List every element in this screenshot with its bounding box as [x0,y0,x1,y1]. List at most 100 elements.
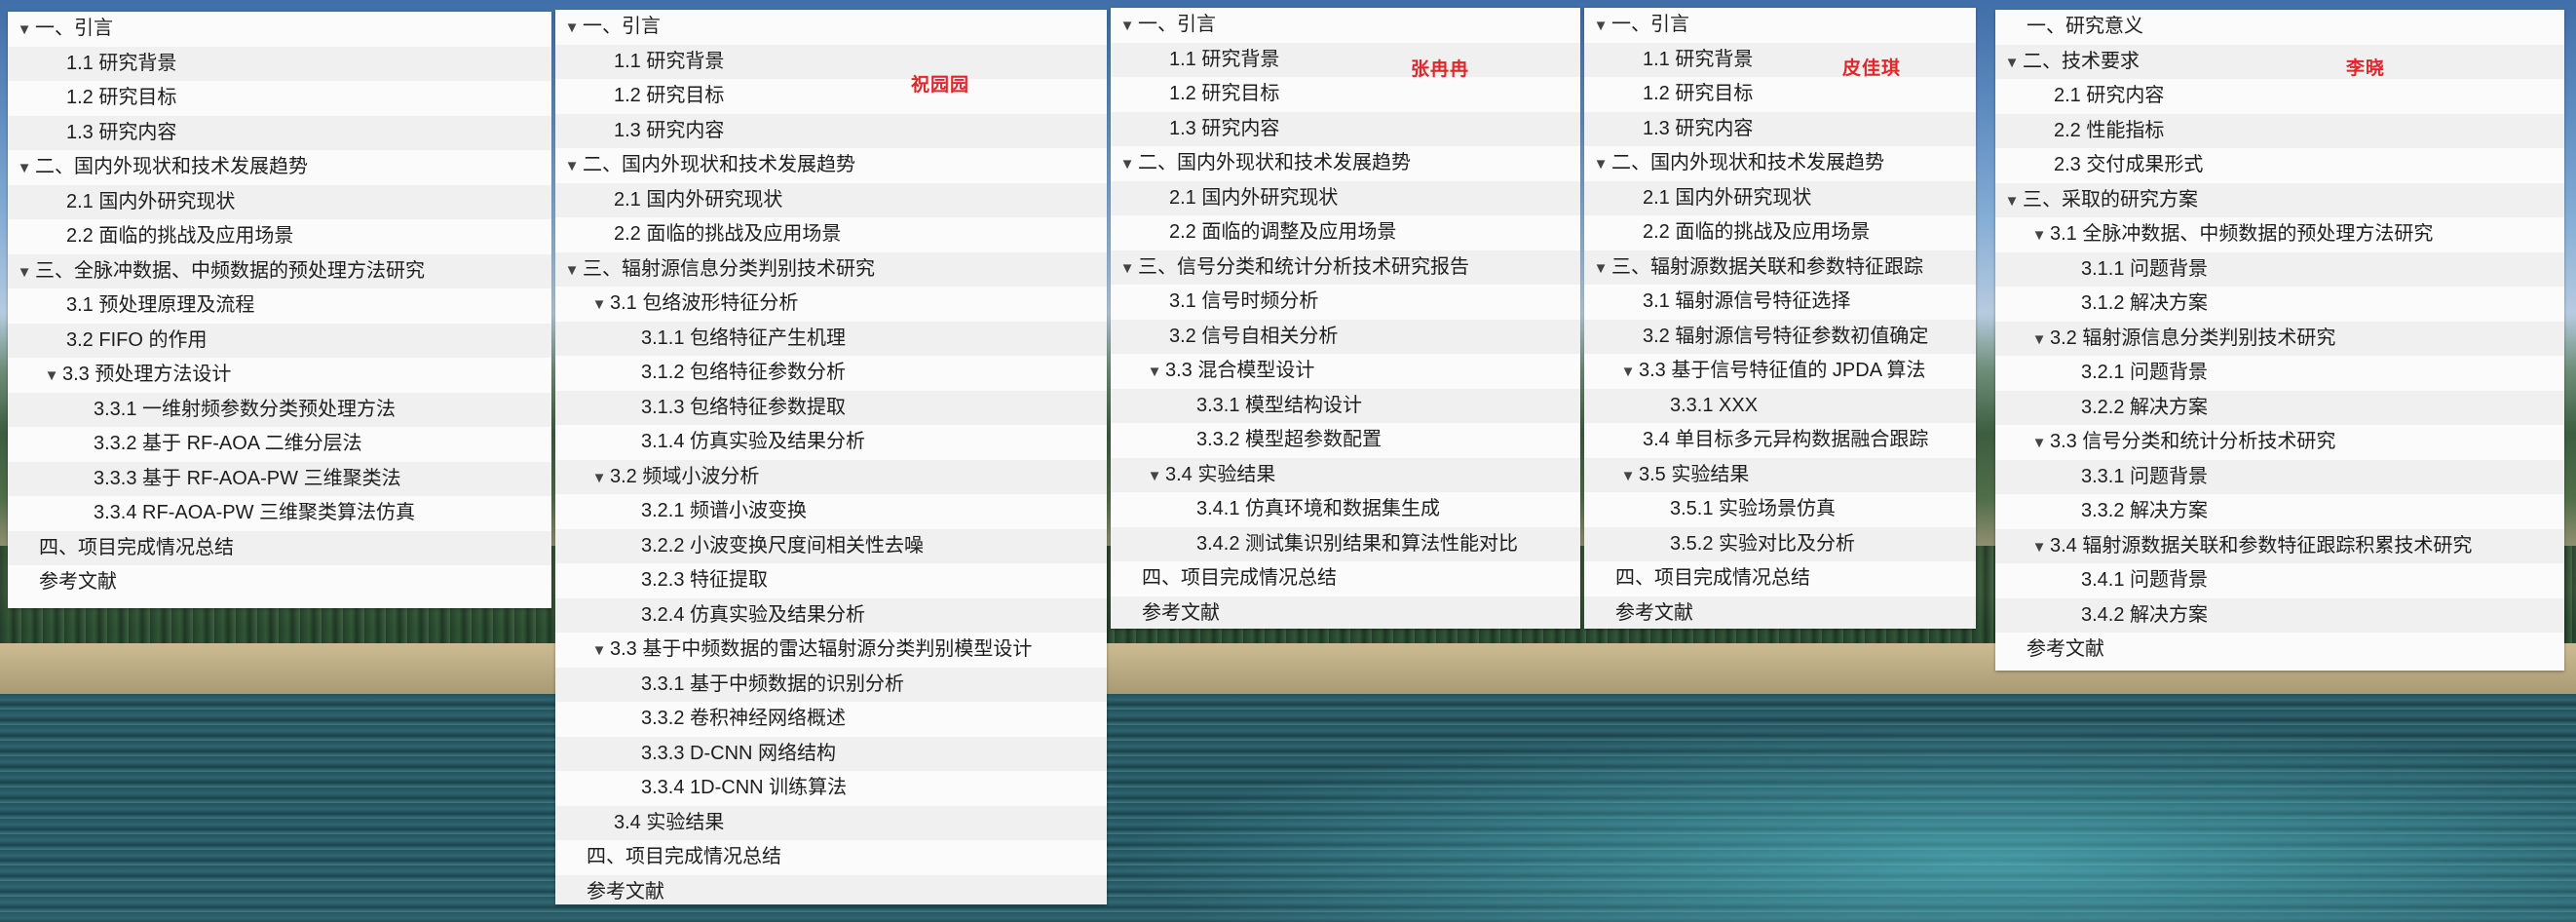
outline-item[interactable]: ▼ 三、辐射源数据关联和参数特征跟踪 [1584,250,1976,287]
disclosure-triangle-down-icon[interactable]: ▼ [1117,251,1138,287]
outline-item[interactable]: ▼ 3.4 辐射源数据关联和参数特征跟踪积累技术研究 [1995,528,2564,563]
outline-item[interactable]: 3.4.1 仿真环境和数据集生成 [1111,492,1580,527]
outline-item[interactable]: ▼ 三、信号分类和统计分析技术研究报告 [1111,250,1580,287]
outline-item[interactable]: 3.1.1 问题背景 [1995,251,2564,287]
disclosure-triangle-down-icon[interactable]: ▼ [1617,355,1639,390]
outline-item[interactable]: 3.2 FIFO 的作用 [8,323,551,358]
outline-item[interactable]: 3.1.3 包络特征参数提取 [555,390,1107,425]
disclosure-triangle-down-icon[interactable]: ▼ [14,151,35,186]
disclosure-triangle-down-icon[interactable]: ▼ [41,359,62,394]
outline-item[interactable]: 3.2.4 仿真实验及结果分析 [555,597,1107,633]
disclosure-triangle-down-icon[interactable]: ▼ [1590,9,1611,44]
outline-item[interactable]: 3.3.3 D-CNN 网络结构 [555,736,1107,771]
outline-item[interactable]: 3.4.1 问题背景 [1995,563,2564,598]
outline-item[interactable]: 3.4 实验结果 [555,805,1107,840]
disclosure-triangle-down-icon[interactable]: ▼ [1590,147,1611,182]
disclosure-triangle-down-icon[interactable]: ▼ [561,149,583,184]
outline-item[interactable]: 3.3.1 基于中频数据的识别分析 [555,667,1107,702]
outline-item[interactable]: ▼ 一、引言 [8,12,551,47]
outline-item[interactable]: 四、项目完成情况总结 [555,840,1107,875]
outline-item[interactable]: 3.2 信号自相关分析 [1111,319,1580,354]
outline-item[interactable]: 3.3.1 一维射频参数分类预处理方法 [8,392,551,427]
disclosure-triangle-down-icon[interactable]: ▼ [588,461,610,496]
outline-item[interactable]: 3.3.1 模型结构设计 [1111,388,1580,423]
outline-item[interactable]: 2.3 交付成果形式 [1995,148,2564,183]
outline-item[interactable]: 3.3.4 RF-AOA-PW 三维聚类算法仿真 [8,496,551,531]
outline-item[interactable]: 参考文献 [8,565,551,600]
outline-item[interactable]: 3.2.2 小波变换尺度间相关性去噪 [555,528,1107,563]
outline-item[interactable]: 参考文献 [1584,595,1976,629]
outline-item[interactable]: ▼ 三、全脉冲数据、中频数据的预处理方法研究 [8,253,551,288]
outline-item[interactable]: 1.1 研究背景 [1111,42,1580,77]
outline-item[interactable]: 3.3.2 卷积神经网络概述 [555,702,1107,737]
outline-item[interactable]: 3.1.1 包络特征产生机理 [555,321,1107,356]
outline-item[interactable]: 2.2 面临的挑战及应用场景 [555,217,1107,252]
outline-item[interactable]: 3.2.1 问题背景 [1995,356,2564,391]
outline-item[interactable]: 1.3 研究内容 [1111,111,1580,146]
outline-item[interactable]: 1.2 研究目标 [1111,77,1580,112]
outline-item[interactable]: ▼ 二、国内外现状和技术发展趋势 [1584,146,1976,181]
disclosure-triangle-down-icon[interactable]: ▼ [2001,184,2023,219]
outline-item[interactable]: ▼ 二、国内外现状和技术发展趋势 [555,148,1107,183]
outline-item[interactable]: ▼ 二、国内外现状和技术发展趋势 [1111,146,1580,181]
outline-item[interactable]: ▼ 3.4 实验结果 [1111,457,1580,494]
outline-item[interactable]: 参考文献 [555,874,1107,904]
outline-item[interactable]: 1.1 研究背景 [1584,42,1976,77]
outline-item[interactable]: ▼ 3.2 频域小波分析 [555,459,1107,496]
outline-item[interactable]: 3.3.1 XXX [1584,388,1976,423]
outline-item[interactable]: 2.1 国内外研究现状 [8,184,551,219]
disclosure-triangle-down-icon[interactable]: ▼ [1617,459,1639,494]
outline-item[interactable]: 2.2 面临的挑战及应用场景 [1584,215,1976,250]
disclosure-triangle-down-icon[interactable]: ▼ [1144,459,1165,494]
outline-item[interactable]: ▼ 3.3 基于信号特征值的 JPDA 算法 [1584,354,1976,389]
outline-item[interactable]: 3.1 信号时频分析 [1111,285,1580,320]
outline-item[interactable]: ▼ 3.3 预处理方法设计 [8,358,551,393]
outline-item[interactable]: 3.3.3 基于 RF-AOA-PW 三维聚类法 [8,461,551,496]
outline-item[interactable]: ▼ 一、引言 [1111,8,1580,43]
outline-item[interactable]: 3.1.4 仿真实验及结果分析 [555,425,1107,460]
outline-item[interactable]: ▼ 三、采取的研究方案 [1995,182,2564,219]
outline-item[interactable]: 3.3.4 1D-CNN 训练算法 [555,771,1107,806]
outline-item[interactable]: ▼ 3.5 实验结果 [1584,457,1976,494]
outline-item[interactable]: 一、研究意义 [1995,10,2564,45]
outline-item[interactable]: 3.4 单目标多元异构数据融合跟踪 [1584,423,1976,458]
disclosure-triangle-down-icon[interactable]: ▼ [561,11,583,46]
outline-item[interactable]: 3.1 辐射源信号特征选择 [1584,285,1976,320]
outline-item[interactable]: ▼ 3.1 全脉冲数据、中频数据的预处理方法研究 [1995,217,2564,252]
disclosure-triangle-down-icon[interactable]: ▼ [588,288,610,323]
outline-item[interactable]: 3.2.1 频谱小波变换 [555,494,1107,529]
outline-item[interactable]: 1.2 研究目标 [555,79,1107,114]
outline-item[interactable]: 2.2 面临的调整及应用场景 [1111,215,1580,250]
outline-item[interactable]: 3.5.1 实验场景仿真 [1584,492,1976,527]
outline-item[interactable]: ▼ 二、技术要求 [1995,44,2564,79]
outline-item[interactable]: ▼ 三、辐射源信息分类判别技术研究 [555,251,1107,287]
outline-item[interactable]: 参考文献 [1111,595,1580,629]
outline-item[interactable]: 3.3.2 基于 RF-AOA 二维分层法 [8,427,551,462]
disclosure-triangle-down-icon[interactable]: ▼ [1144,355,1165,390]
disclosure-triangle-down-icon[interactable]: ▼ [14,13,35,48]
disclosure-triangle-down-icon[interactable]: ▼ [2028,218,2050,253]
outline-item[interactable]: 1.1 研究背景 [555,44,1107,79]
outline-item[interactable]: 3.4.2 解决方案 [1995,597,2564,633]
outline-item[interactable]: ▼ 3.3 基于中频数据的雷达辐射源分类判别模型设计 [555,633,1107,668]
outline-item[interactable]: ▼ 3.1 包络波形特征分析 [555,287,1107,322]
outline-item[interactable]: 3.1 预处理原理及流程 [8,288,551,324]
outline-item[interactable]: 2.1 国内外研究现状 [555,182,1107,217]
outline-item[interactable]: 1.2 研究目标 [1584,77,1976,112]
outline-item[interactable]: 3.3.2 解决方案 [1995,494,2564,529]
disclosure-triangle-down-icon[interactable]: ▼ [1117,147,1138,182]
outline-item[interactable]: 1.2 研究目标 [8,81,551,116]
outline-item[interactable]: 3.3.2 模型超参数配置 [1111,423,1580,458]
outline-item[interactable]: 3.2.3 特征提取 [555,563,1107,598]
outline-item[interactable]: 3.1.2 包络特征参数分析 [555,356,1107,391]
disclosure-triangle-down-icon[interactable]: ▼ [2028,426,2050,461]
outline-item[interactable]: 2.2 性能指标 [1995,113,2564,148]
outline-item[interactable]: ▼ 二、国内外现状和技术发展趋势 [8,150,551,185]
outline-item[interactable]: 3.1.2 解决方案 [1995,287,2564,322]
outline-item[interactable]: 3.2 辐射源信号特征参数初值确定 [1584,319,1976,354]
outline-item[interactable]: 1.3 研究内容 [555,113,1107,148]
outline-item[interactable]: 1.3 研究内容 [1584,111,1976,146]
disclosure-triangle-down-icon[interactable]: ▼ [1590,251,1611,287]
outline-item[interactable]: ▼ 一、引言 [1584,8,1976,43]
outline-item[interactable]: 2.1 研究内容 [1995,79,2564,114]
